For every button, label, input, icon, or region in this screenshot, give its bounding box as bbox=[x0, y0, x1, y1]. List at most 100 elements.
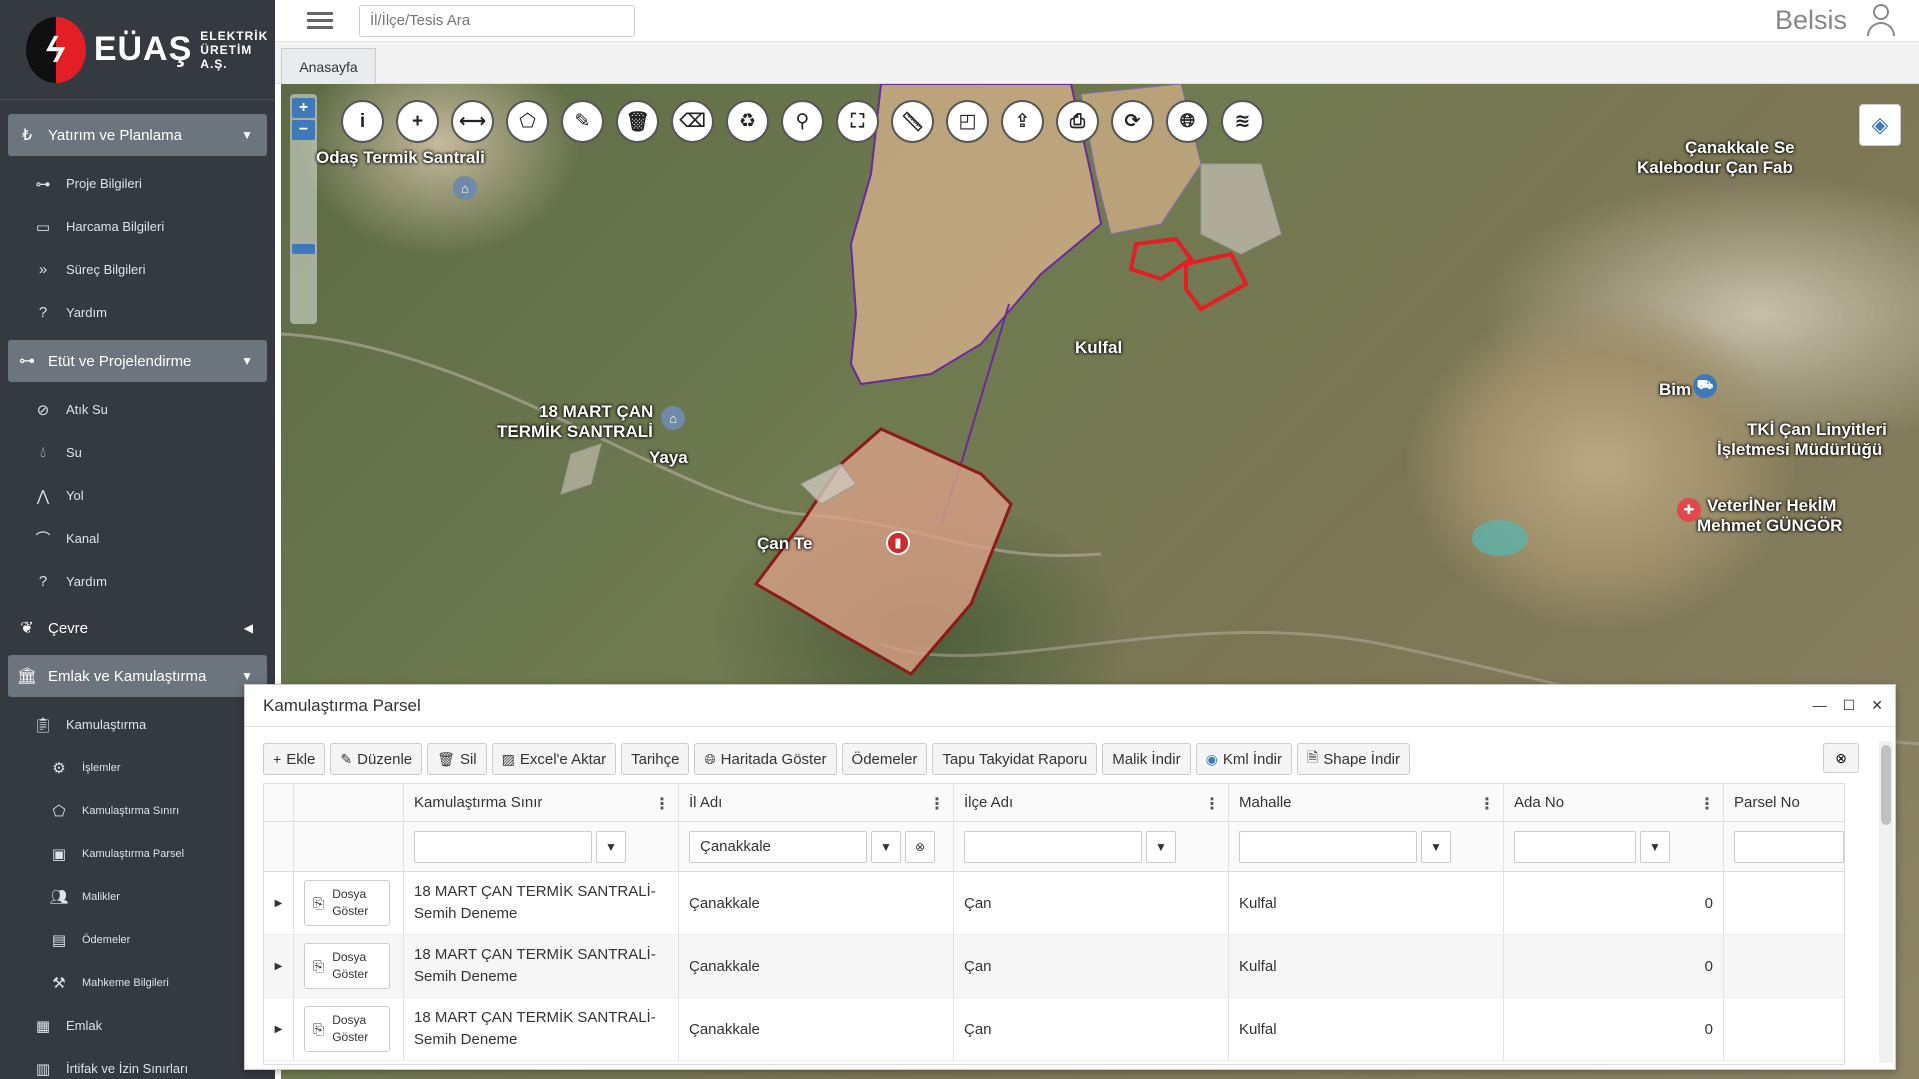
close-icon[interactable]: ✕ bbox=[1871, 697, 1883, 714]
nav-item-mahkeme[interactable]: ⚒ Mahkeme Bilgileri bbox=[0, 961, 275, 1004]
filter-input[interactable] bbox=[1239, 830, 1417, 863]
duzenle-button[interactable]: ✎ Düzenle bbox=[330, 743, 423, 775]
dosya-goster-button[interactable]: ⎘ Dosya Göster bbox=[304, 1006, 390, 1052]
layers-icon[interactable]: ≋ bbox=[1221, 100, 1264, 143]
column-menu-icon[interactable]: ⋮ bbox=[1204, 794, 1220, 814]
expand-row-icon[interactable]: ▶ bbox=[264, 998, 294, 1060]
column-header[interactable]: İl Adı ⋮ bbox=[679, 784, 954, 821]
shape-indir-button[interactable]: 🗎︎ Shape İndir bbox=[1297, 743, 1410, 775]
factory-marker-icon[interactable]: ▮ bbox=[886, 531, 910, 555]
nav-item-kamulastirma-siniri[interactable]: ⬠ Kamulaştırma Sınırı bbox=[0, 789, 275, 832]
maximize-icon[interactable]: ☐ bbox=[1843, 697, 1856, 714]
info-icon[interactable]: i bbox=[341, 100, 384, 143]
odemeler-button[interactable]: Ödemeler bbox=[841, 743, 928, 775]
nav-item-irtifak[interactable]: ▥ İrtifak ve İzin Sınırları bbox=[0, 1047, 275, 1079]
malik-indir-button[interactable]: Malik İndir bbox=[1102, 743, 1191, 775]
clear-filter-icon[interactable]: ⊗ bbox=[905, 830, 935, 863]
area-icon[interactable]: ◰ bbox=[946, 100, 989, 143]
ekle-button[interactable]: + Ekle bbox=[263, 743, 326, 775]
fullscreen-icon[interactable]: ⛶ bbox=[836, 100, 879, 143]
brand-logo[interactable]: ϟ EÜAŞ ELEKTRİK ÜRETİM A.Ş. bbox=[0, 0, 275, 100]
column-menu-icon[interactable]: ⋮ bbox=[654, 794, 670, 814]
snap-icon[interactable]: ⚲ bbox=[781, 100, 824, 143]
poi-icon[interactable]: ⌂ bbox=[661, 406, 685, 430]
nav-item-islemler[interactable]: ⚙ İşlemler bbox=[0, 746, 275, 789]
vet-pin-icon[interactable]: ✚ bbox=[1677, 498, 1701, 522]
tab-anasayfa[interactable]: Anasayfa bbox=[281, 48, 376, 84]
excel-button[interactable]: ▨ Excel'e Aktar bbox=[491, 743, 617, 775]
nav-group-emlak[interactable]: 🏛︎ Emlak ve Kamulaştırma ▼ bbox=[8, 655, 267, 697]
dosya-goster-button[interactable]: ⎘ Dosya Göster bbox=[304, 880, 390, 926]
clear-filter-icon[interactable]: ⊗ bbox=[1823, 743, 1859, 773]
shop-pin-icon[interactable]: ⛟ bbox=[1693, 374, 1717, 398]
nav-item-odemeler[interactable]: ▤ Ödemeler bbox=[0, 918, 275, 961]
column-header[interactable]: Ada No ⋮ bbox=[1504, 784, 1724, 821]
refresh-icon[interactable]: ⟳ bbox=[1111, 100, 1154, 143]
user-icon[interactable] bbox=[1865, 3, 1897, 38]
column-menu-icon[interactable]: ⋮ bbox=[929, 794, 945, 814]
table-row[interactable]: ▶ ⎘ Dosya Göster 18 MART ÇAN TERMİK SANTRA… bbox=[264, 935, 1844, 998]
trash-icon[interactable]: 🗑︎ bbox=[616, 100, 659, 143]
layer-switcher-icon[interactable]: ◈ bbox=[1859, 104, 1901, 146]
nav-item-kamulastirma-parsel[interactable]: ▣ Kamulaştırma Parsel bbox=[0, 832, 275, 875]
filter-icon[interactable]: ▼ bbox=[1640, 830, 1670, 863]
filter-icon[interactable]: ▼ bbox=[871, 830, 901, 863]
nav-item-kamulastirma[interactable]: 📋︎ Kamulaştırma bbox=[0, 703, 275, 746]
tarihce-button[interactable]: Tarihçe bbox=[621, 743, 690, 775]
nav-item-emlak[interactable]: ▦ Emlak bbox=[0, 1004, 275, 1047]
nav-item-surec[interactable]: » Süreç Bilgileri bbox=[0, 248, 275, 291]
expand-row-icon[interactable]: ▶ bbox=[264, 935, 294, 997]
nav-item-kanal[interactable]: ⌒ Kanal bbox=[0, 517, 275, 560]
expand-row-icon[interactable]: ▶ bbox=[264, 872, 294, 934]
filter-input[interactable] bbox=[414, 830, 592, 863]
nav-group-cevre[interactable]: ❦ Çevre ◀ bbox=[8, 607, 267, 649]
table-row[interactable]: ▶ ⎘ Dosya Göster 18 MART ÇAN TERMİK SANTRA… bbox=[264, 998, 1844, 1061]
poi-icon[interactable]: ⌂ bbox=[453, 176, 477, 200]
nav-item-yardim-2[interactable]: ? Yardım bbox=[0, 560, 275, 603]
line-icon[interactable]: ⟷ bbox=[451, 100, 494, 143]
column-menu-icon[interactable]: ⋮ bbox=[1479, 794, 1495, 814]
filter-icon[interactable]: ▼ bbox=[1421, 830, 1451, 863]
tapu-takyidat-button[interactable]: Tapu Takyidat Raporu bbox=[932, 743, 1098, 775]
nav-item-su[interactable]: 💧︎ Su bbox=[0, 431, 275, 474]
recycle-icon[interactable]: ♻ bbox=[726, 100, 769, 143]
upload-icon[interactable]: ⇪ bbox=[1001, 100, 1044, 143]
parcel-selected[interactable] bbox=[1184, 251, 1249, 312]
nav-item-yol[interactable]: ⋀ Yol bbox=[0, 474, 275, 517]
panel-scrollbar[interactable] bbox=[1879, 741, 1893, 1063]
hamburger-menu-icon[interactable] bbox=[307, 8, 333, 33]
scrollbar-thumb[interactable] bbox=[1881, 745, 1891, 825]
filter-icon[interactable]: ▼ bbox=[1146, 830, 1176, 863]
print-icon[interactable]: ⎙ bbox=[1056, 100, 1099, 143]
nav-group-yatirim[interactable]: ₺ Yatırım ve Planlama ▼ bbox=[8, 114, 267, 156]
search-input[interactable] bbox=[359, 4, 635, 37]
column-menu-icon[interactable]: ⋮ bbox=[1699, 794, 1715, 814]
haritada-goster-button[interactable]: 🌐︎ Haritada Göster bbox=[694, 743, 837, 775]
nav-item-harcama[interactable]: ▭ Harcama Bilgileri bbox=[0, 205, 275, 248]
column-header[interactable]: Kamulaştırma Sınır ⋮ bbox=[404, 784, 679, 821]
minimize-icon[interactable]: — bbox=[1813, 697, 1827, 714]
zoom-slider-thumb[interactable] bbox=[292, 244, 315, 254]
column-header[interactable]: İlçe Adı ⋮ bbox=[954, 784, 1229, 821]
nav-item-atik-su[interactable]: ⊘ Atık Su bbox=[0, 388, 275, 431]
measure-icon[interactable]: 📏︎ bbox=[891, 100, 934, 143]
parcel-selected[interactable] bbox=[1128, 236, 1194, 282]
column-header[interactable]: Parsel No bbox=[1724, 784, 1844, 821]
nav-item-yardim-1[interactable]: ? Yardım bbox=[0, 291, 275, 334]
zoom-in-button[interactable]: + bbox=[292, 98, 315, 118]
filter-input[interactable] bbox=[964, 830, 1142, 863]
edit-icon[interactable]: ✎ bbox=[561, 100, 604, 143]
filter-input[interactable]: Çanakkale bbox=[689, 830, 867, 863]
dosya-goster-button[interactable]: ⎘ Dosya Göster bbox=[304, 943, 390, 989]
kml-indir-button[interactable]: ◉ Kml İndir bbox=[1195, 743, 1292, 775]
globe-icon[interactable]: 🌐︎ bbox=[1166, 100, 1209, 143]
polygon-draw-icon[interactable]: ⬠ bbox=[506, 100, 549, 143]
eraser-icon[interactable]: ⌫ bbox=[671, 100, 714, 143]
nav-item-malikler[interactable]: 👥︎ Malikler bbox=[0, 875, 275, 918]
column-header[interactable]: Mahalle ⋮ bbox=[1229, 784, 1504, 821]
plus-circle-icon[interactable]: + bbox=[396, 100, 439, 143]
table-row[interactable]: ▶ ⎘ Dosya Göster 18 MART ÇAN TERMİK SANTRA… bbox=[264, 872, 1844, 935]
filter-icon[interactable]: ▼ bbox=[596, 830, 626, 863]
nav-item-proje-bilgileri[interactable]: ⊶ Proje Bilgileri bbox=[0, 162, 275, 205]
filter-input[interactable] bbox=[1514, 830, 1636, 863]
